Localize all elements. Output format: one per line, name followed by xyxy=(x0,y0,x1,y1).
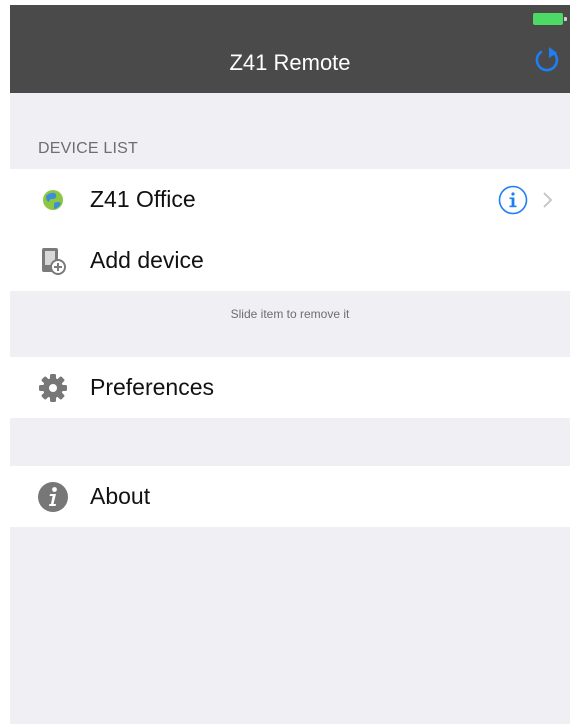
device-list-footer: Slide item to remove it xyxy=(230,307,350,321)
about-row[interactable]: About xyxy=(10,466,570,527)
add-device-row[interactable]: Add device xyxy=(10,230,570,291)
about-group: About xyxy=(10,466,570,527)
chevron-right-icon xyxy=(542,190,554,210)
add-device-label: Add device xyxy=(90,247,204,273)
preferences-row[interactable]: Preferences xyxy=(10,357,570,418)
device-list-header: DEVICE LIST xyxy=(38,140,139,157)
device-info-button[interactable] xyxy=(498,185,528,215)
refresh-icon xyxy=(535,47,559,72)
battery-icon xyxy=(533,13,567,25)
about-label: About xyxy=(90,483,151,509)
device-row-z41-office[interactable]: Z41 Office xyxy=(10,169,570,230)
preferences-group: Preferences xyxy=(10,357,570,418)
preferences-label: Preferences xyxy=(90,374,215,400)
device-label: Z41 Office xyxy=(90,186,196,212)
info-icon xyxy=(498,185,528,214)
add-device-icon xyxy=(36,244,70,278)
info-circle-icon xyxy=(36,480,70,514)
app-screen: Z41 Remote DEVICE LIST Z41 Office Add de… xyxy=(10,5,570,724)
navigation-bar: Z41 Remote xyxy=(10,5,570,93)
gear-icon xyxy=(36,371,70,405)
refresh-button[interactable] xyxy=(532,45,562,75)
nav-title: Z41 Remote xyxy=(229,50,351,75)
device-list: Z41 Office Add device xyxy=(10,169,570,291)
globe-icon xyxy=(36,183,70,217)
